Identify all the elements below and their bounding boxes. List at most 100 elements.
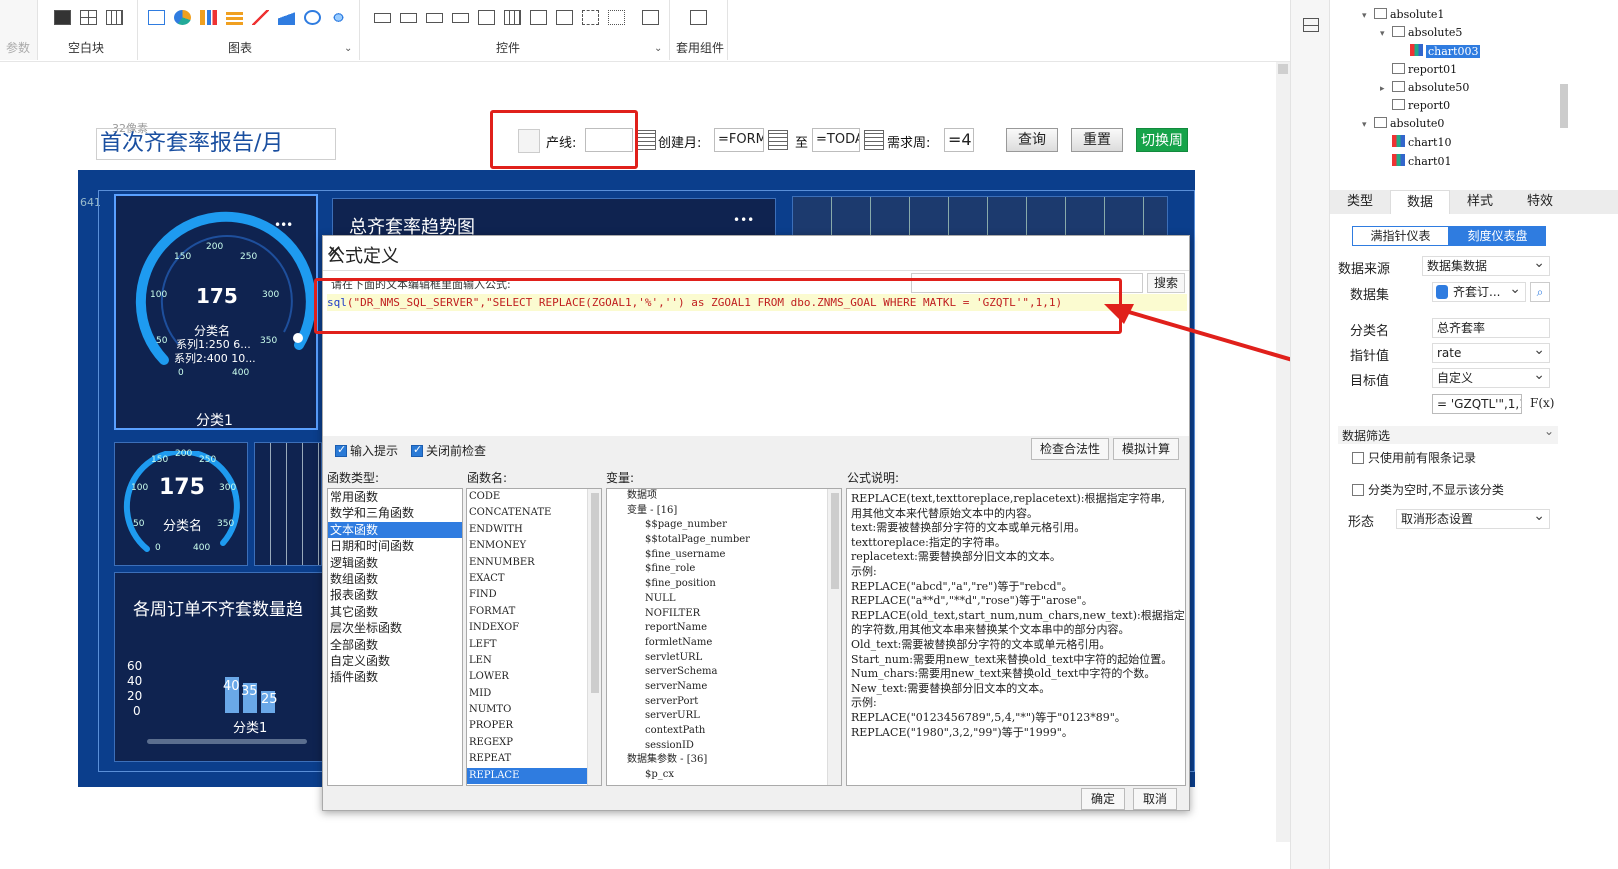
formula-fx-button[interactable]: F(x) bbox=[1530, 396, 1554, 410]
func-name-list[interactable]: CODE CONCATENATE ENDWITH ENMONEY ENNUMBER EXA… bbox=[466, 488, 602, 786]
variable-item[interactable]: 数据集参数 - [36] bbox=[607, 753, 841, 768]
func-name-item[interactable]: LEN bbox=[467, 653, 591, 669]
func-name-item[interactable]: FIND bbox=[467, 587, 591, 603]
variable-item[interactable]: 数据项 bbox=[607, 489, 841, 504]
list-widget-icon[interactable] bbox=[478, 10, 495, 25]
variable-item[interactable]: serverPort bbox=[607, 695, 841, 710]
check-validity-button[interactable]: 检查合法性 bbox=[1031, 438, 1109, 460]
calendar-icon[interactable] bbox=[636, 130, 656, 150]
search-icon[interactable]: ⌕ bbox=[1530, 282, 1550, 302]
hide-empty-checkbox[interactable]: 分类为空时,不显示该分类 bbox=[1352, 481, 1504, 498]
search-button[interactable]: 搜索 bbox=[1147, 273, 1185, 293]
date-widget-icon[interactable] bbox=[504, 10, 521, 25]
calendar-icon[interactable] bbox=[864, 130, 884, 150]
func-name-item[interactable]: LOWER bbox=[467, 669, 591, 685]
func-type-item[interactable]: 数组函数 bbox=[328, 571, 462, 587]
func-type-item[interactable]: 全部函数 bbox=[328, 637, 462, 653]
text-widget-icon[interactable] bbox=[426, 13, 443, 23]
grid-panel[interactable] bbox=[254, 442, 322, 566]
tree-node[interactable]: chart003 bbox=[1398, 44, 1481, 59]
tree-node[interactable]: ▾ absolute1 bbox=[1362, 8, 1444, 21]
expand-arrow-icon[interactable]: ▾ bbox=[1362, 120, 1374, 130]
number-widget-icon[interactable] bbox=[530, 10, 547, 25]
table-block-icon[interactable] bbox=[106, 10, 123, 25]
func-name-item[interactable]: NUMTO bbox=[467, 702, 591, 718]
func-name-item[interactable]: CONCATENATE bbox=[467, 505, 591, 521]
tree-node[interactable]: report0 bbox=[1380, 99, 1450, 112]
variable-item[interactable]: serverSchema bbox=[607, 665, 841, 680]
full-pointer-gauge-option[interactable]: 满指针仪表 bbox=[1352, 226, 1449, 246]
widget-tree[interactable]: ▾ absolute1 ▾ absolute5 chart003 report01 ▸ abs… bbox=[1362, 8, 1562, 176]
switch-week-button[interactable]: 切换周 bbox=[1136, 128, 1188, 152]
tree-node[interactable]: ▾ absolute0 bbox=[1362, 117, 1444, 130]
pointer-value-select[interactable]: rate bbox=[1432, 343, 1550, 363]
func-name-item[interactable]: REPLACE bbox=[467, 767, 591, 785]
variable-item[interactable]: reportName bbox=[607, 621, 841, 636]
variable-item[interactable]: $$totalPage_number bbox=[607, 533, 841, 548]
absolute-block-icon[interactable] bbox=[54, 10, 71, 25]
layout-icon[interactable] bbox=[1303, 18, 1319, 32]
checkbox-widget-icon[interactable] bbox=[582, 10, 599, 25]
page-title[interactable]: 首次齐套率报告/月 bbox=[96, 128, 336, 160]
variable-item[interactable]: $p_cx bbox=[607, 768, 841, 783]
tab-block-icon[interactable] bbox=[80, 10, 97, 25]
func-type-item[interactable]: 逻辑函数 bbox=[328, 555, 462, 571]
func-name-item[interactable]: INDEXOF bbox=[467, 620, 591, 636]
variable-tree[interactable]: 数据项 变量 - [16] $$page_number $$totalPage_num… bbox=[606, 488, 842, 786]
func-name-item[interactable]: MID bbox=[467, 686, 591, 702]
button-widget-icon[interactable] bbox=[374, 13, 391, 23]
tree-node[interactable]: ▸ absolute50 bbox=[1380, 80, 1469, 94]
tree-node[interactable]: chart01 bbox=[1380, 153, 1451, 168]
reset-button[interactable]: 重置 bbox=[1071, 128, 1123, 152]
variable-item[interactable]: sessionID bbox=[607, 739, 841, 754]
radar-chart-icon[interactable] bbox=[330, 10, 347, 25]
variable-item[interactable]: $fine_position bbox=[607, 577, 841, 592]
demand-week-input[interactable]: =4 bbox=[944, 128, 974, 152]
tab-effect[interactable]: 特效 bbox=[1510, 190, 1570, 214]
data-source-select[interactable]: 数据集数据 bbox=[1422, 256, 1550, 276]
to-date-input[interactable]: =TODA bbox=[812, 128, 860, 152]
func-name-item[interactable]: PROPER bbox=[467, 718, 591, 734]
limit-records-checkbox[interactable]: 只使用前有限条记录 bbox=[1352, 449, 1476, 466]
func-type-item[interactable]: 自定义函数 bbox=[328, 653, 462, 669]
stacked-bar-icon[interactable] bbox=[226, 10, 243, 25]
chevron-down-icon[interactable]: ⌄ bbox=[654, 43, 662, 54]
func-name-item[interactable]: ENDWITH bbox=[467, 522, 591, 538]
func-name-item[interactable]: FORMAT bbox=[467, 604, 591, 620]
scale-gauge-option[interactable]: 刻度仪表盘 bbox=[1449, 226, 1546, 246]
close-icon[interactable]: ✕ bbox=[327, 242, 1175, 263]
tree-scrollbar[interactable] bbox=[1560, 84, 1568, 128]
chart-scrollbar[interactable] bbox=[147, 739, 307, 744]
target-value-select[interactable]: 自定义 bbox=[1432, 368, 1550, 388]
func-type-item[interactable]: 文本函数 bbox=[328, 521, 462, 539]
ok-button[interactable]: 确定 bbox=[1081, 788, 1125, 810]
area-chart-icon[interactable] bbox=[278, 10, 295, 25]
variable-item[interactable]: $$page_number bbox=[607, 518, 841, 533]
func-name-item[interactable]: REGEXP bbox=[467, 735, 591, 751]
label-widget-icon[interactable] bbox=[400, 13, 417, 23]
variable-item[interactable]: serverURL bbox=[607, 709, 841, 724]
func-name-item[interactable]: CODE bbox=[467, 489, 591, 505]
variable-item[interactable]: 变量 - [16] bbox=[607, 504, 841, 519]
func-name-item[interactable]: ENNUMBER bbox=[467, 555, 591, 571]
func-name-item[interactable]: EXACT bbox=[467, 571, 591, 587]
more-menu-icon[interactable]: ••• bbox=[733, 213, 754, 227]
tab-data[interactable]: 数据 bbox=[1390, 190, 1450, 214]
variable-item[interactable]: NOFILTER bbox=[607, 607, 841, 622]
tree-widget-icon[interactable] bbox=[556, 10, 573, 25]
variable-item[interactable]: contextPath bbox=[607, 724, 841, 739]
gauge1-panel[interactable]: 175 分类名 系列1:250 6... 系列2:400 10... 50 10… bbox=[114, 194, 318, 430]
tree-node[interactable]: chart10 bbox=[1380, 135, 1451, 149]
variable-item[interactable]: serverName bbox=[607, 680, 841, 695]
func-type-item[interactable]: 报表函数 bbox=[328, 587, 462, 603]
chevron-down-icon[interactable]: ⌄ bbox=[344, 43, 352, 54]
weekly-panel[interactable]: 各周订单不齐套数量趋 60 40 20 0 40 35 25 分类1 bbox=[114, 572, 324, 762]
variable-item[interactable]: formletName bbox=[607, 636, 841, 651]
func-type-item[interactable]: 其它函数 bbox=[328, 604, 462, 620]
query-button[interactable]: 查询 bbox=[1006, 128, 1058, 152]
radio-widget-icon[interactable] bbox=[608, 10, 625, 25]
func-type-item[interactable]: 数学和三角函数 bbox=[328, 505, 462, 521]
bar-chart-icon[interactable] bbox=[200, 10, 217, 25]
tab-type[interactable]: 类型 bbox=[1330, 190, 1390, 214]
category-name-input[interactable]: 总齐套率 bbox=[1432, 318, 1550, 338]
